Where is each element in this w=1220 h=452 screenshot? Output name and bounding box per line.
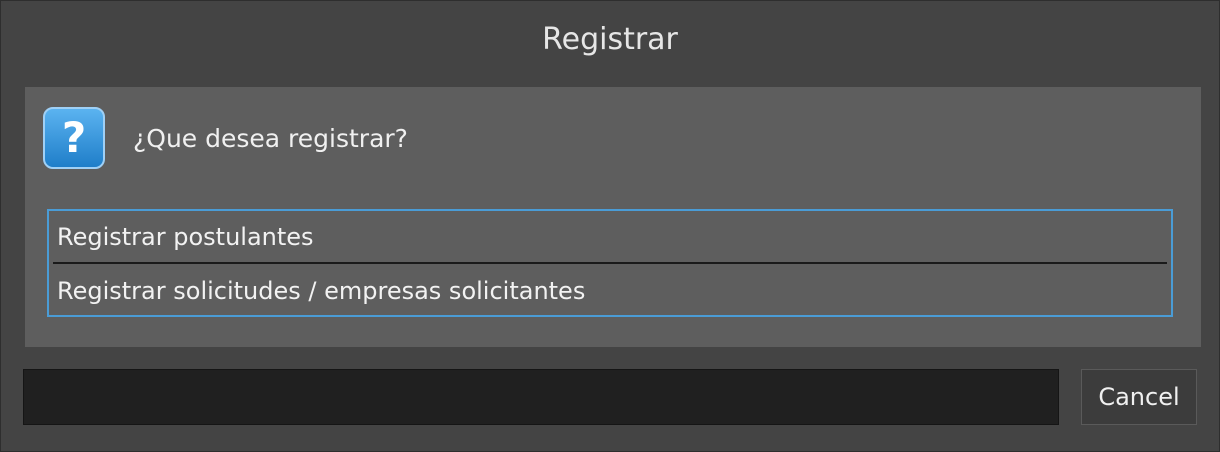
option-registrar-postulantes[interactable]: Registrar postulantes <box>49 211 1171 263</box>
option-divider <box>53 262 1167 264</box>
register-dialog: Registrar ? ¿Que desea registrar? Regist… <box>0 0 1220 452</box>
dialog-title: Registrar <box>542 22 678 57</box>
options-list[interactable]: Registrar postulantes Registrar solicitu… <box>47 209 1173 317</box>
question-text: ¿Que desea registrar? <box>133 124 408 153</box>
option-registrar-solicitudes[interactable]: Registrar solicitudes / empresas solicit… <box>49 265 1171 317</box>
dialog-content-panel: ? ¿Que desea registrar? Registrar postul… <box>25 87 1201 347</box>
filter-input[interactable] <box>23 369 1059 425</box>
cancel-button[interactable]: Cancel <box>1081 369 1197 425</box>
question-icon: ? <box>43 107 105 169</box>
